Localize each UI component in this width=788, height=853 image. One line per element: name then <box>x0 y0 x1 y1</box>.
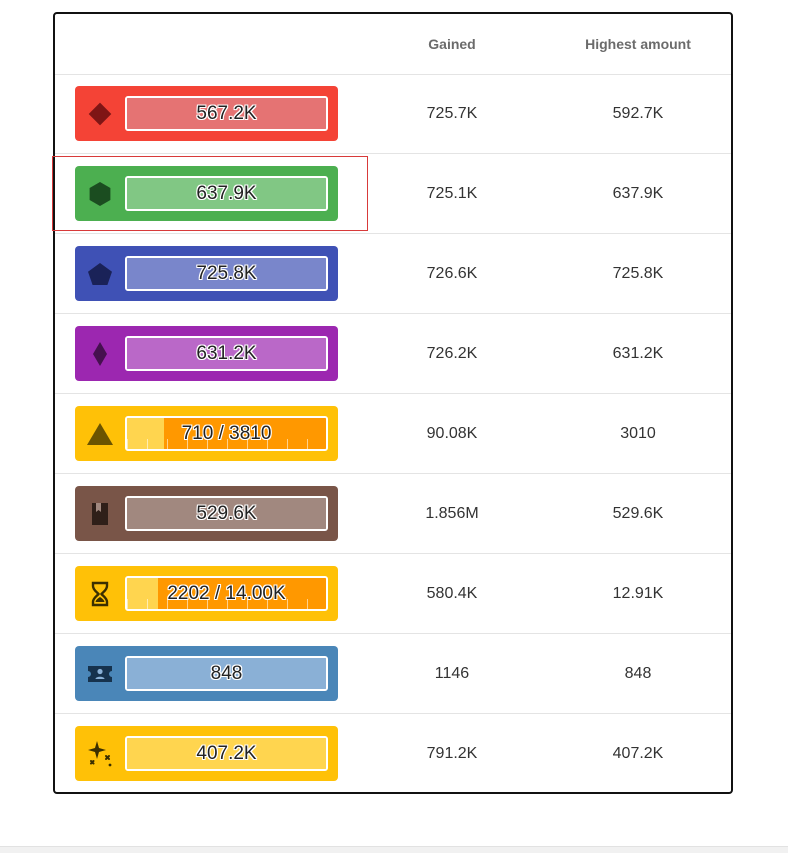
triangle-icon <box>85 419 115 449</box>
hourglass-icon <box>85 579 115 609</box>
resource-badge-sparkles[interactable]: 407.2K <box>75 726 338 781</box>
resource-amount: 567.2K <box>196 102 257 124</box>
resource-bar: 848 <box>125 656 328 691</box>
resource-badge-ticket[interactable]: 848 <box>75 646 338 701</box>
gained-value: 726.2K <box>426 345 478 362</box>
highest-amount-value: 848 <box>624 665 652 682</box>
diamond-icon <box>85 99 115 129</box>
resource-amount: 631.2K <box>196 342 257 364</box>
gained-value: 1146 <box>434 665 470 682</box>
gained-value: 791.2K <box>426 745 478 762</box>
hexagon-icon <box>85 179 115 209</box>
gained-value: 580.4K <box>426 585 478 602</box>
resource-bar: 567.2K <box>125 96 328 131</box>
book-icon <box>85 499 115 529</box>
ticket-icon <box>85 659 115 689</box>
table-row: 710 / 3810 90.08K 3010 <box>55 394 731 474</box>
highest-amount-value: 592.7K <box>612 105 664 122</box>
gained-value: 726.6K <box>426 265 478 282</box>
sparkles-icon <box>85 739 115 769</box>
pentagon-icon <box>85 259 115 289</box>
resource-bar: 710 / 3810 <box>125 416 328 451</box>
resource-amount: 407.2K <box>196 742 257 764</box>
highest-amount-value: 3010 <box>620 425 656 442</box>
highest-amount-value: 631.2K <box>612 345 664 362</box>
table-row: 407.2K 791.2K 407.2K <box>55 714 731 794</box>
resource-badge-triangle[interactable]: 710 / 3810 <box>75 406 338 461</box>
resource-amount: 710 / 3810 <box>181 422 272 444</box>
highest-amount-value: 725.8K <box>612 265 664 282</box>
gained-value: 1.856M <box>425 505 479 522</box>
resource-bar: 637.9K <box>125 176 328 211</box>
table-header: Gained Highest amount <box>55 14 731 75</box>
resource-badge-hourglass[interactable]: 2202 / 14.00K <box>75 566 338 621</box>
resource-bar: 725.8K <box>125 256 328 291</box>
resource-amount: 529.6K <box>196 502 257 524</box>
resource-amount: 725.8K <box>196 262 257 284</box>
highest-amount-value: 529.6K <box>612 505 664 522</box>
highest-amount-value: 637.9K <box>612 185 664 202</box>
resource-badge-hexagon[interactable]: 637.9K <box>75 166 338 221</box>
resource-bar: 2202 / 14.00K <box>125 576 328 611</box>
table-row: 567.2K 725.7K 592.7K <box>55 74 731 154</box>
table-row: 631.2K 726.2K 631.2K <box>55 314 731 394</box>
gained-value: 90.08K <box>426 425 478 442</box>
resource-badge-book[interactable]: 529.6K <box>75 486 338 541</box>
resource-badge-diamond[interactable]: 567.2K <box>75 86 338 141</box>
resource-amount: 2202 / 14.00K <box>167 582 286 604</box>
table-row: 725.8K 726.6K 725.8K <box>55 234 731 314</box>
table-row: 529.6K 1.856M 529.6K <box>55 474 731 554</box>
resource-bar: 529.6K <box>125 496 328 531</box>
highest-amount-column-header: Highest amount <box>585 36 691 52</box>
resource-badge-gem[interactable]: 631.2K <box>75 326 338 381</box>
table-row: 2202 / 14.00K 580.4K 12.91K <box>55 554 731 634</box>
resource-amount: 637.9K <box>196 182 257 204</box>
table-row: 848 1146 848 <box>55 634 731 714</box>
gained-value: 725.1K <box>426 185 478 202</box>
highest-amount-value: 407.2K <box>612 745 664 762</box>
resources-table: Gained Highest amount 567.2K 725.7K 592.… <box>53 12 733 794</box>
highest-amount-value: 12.91K <box>612 585 664 602</box>
table-row: 637.9K 725.1K 637.9K <box>55 154 731 234</box>
resource-bar: 407.2K <box>125 736 328 771</box>
gem-icon <box>85 339 115 369</box>
resource-amount: 848 <box>210 662 243 684</box>
resource-badge-pentagon[interactable]: 725.8K <box>75 246 338 301</box>
gained-column-header: Gained <box>428 36 476 52</box>
gained-value: 725.7K <box>426 105 478 122</box>
resource-bar: 631.2K <box>125 336 328 371</box>
